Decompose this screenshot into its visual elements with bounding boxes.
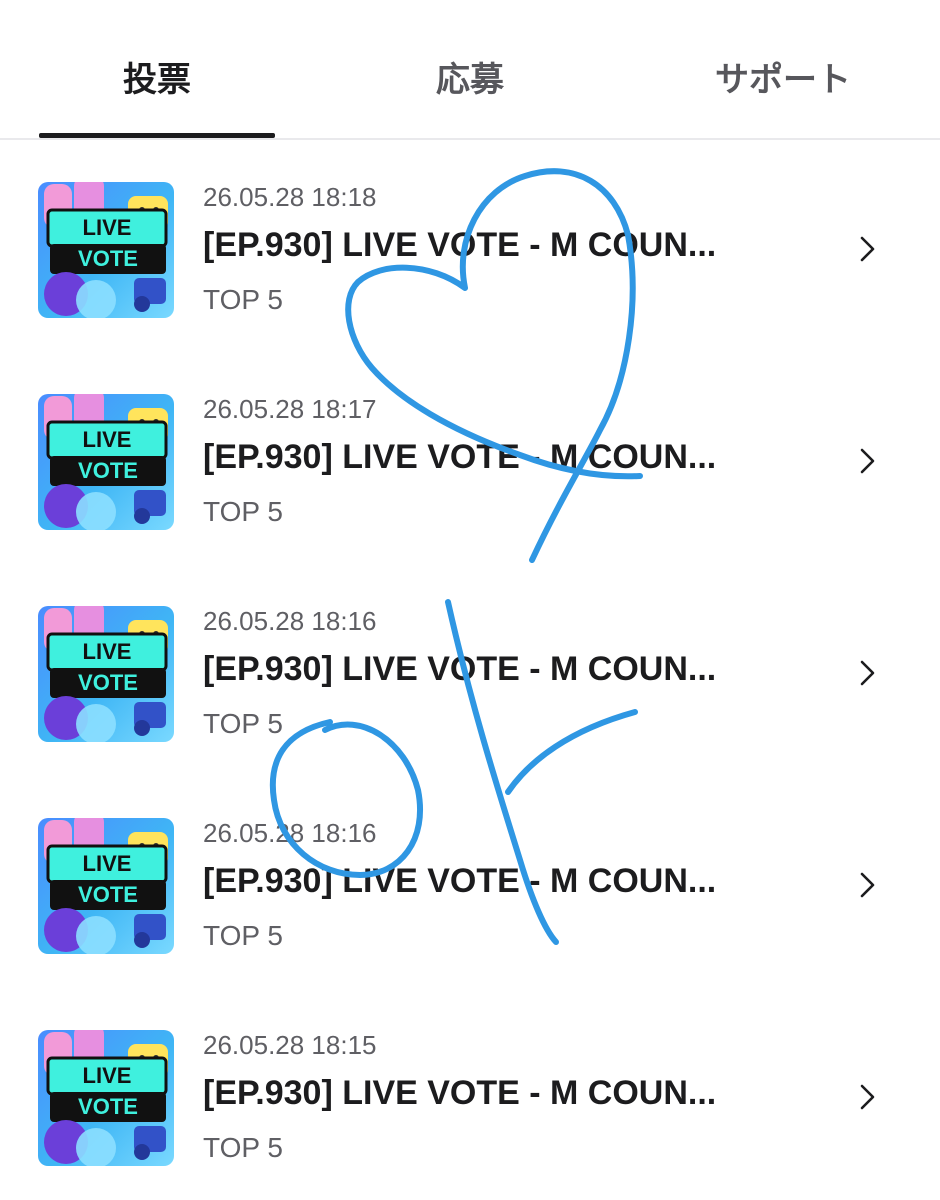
tab-vote[interactable]: 投票 (39, 56, 275, 104)
vote-thumbnail: LIVE VOTE (38, 818, 174, 954)
thumbnail-label-vote: VOTE (78, 458, 138, 483)
thumbnail-label-live: LIVE (82, 215, 132, 240)
vote-subtitle: TOP 5 (203, 708, 283, 739)
vote-date: 26.05.28 18:17 (203, 394, 377, 424)
vote-subtitle: TOP 5 (203, 496, 283, 527)
thumbnail-label-vote: VOTE (78, 1094, 138, 1119)
vote-subtitle: TOP 5 (203, 1132, 283, 1163)
vote-list-item[interactable]: LIVE VOTE 26.05.28 18:16 [EP.930] LIVE V… (0, 564, 940, 776)
vote-title: [EP.930] LIVE VOTE - M COUN... (203, 438, 717, 476)
vote-title: [EP.930] LIVE VOTE - M COUN... (203, 1074, 717, 1112)
vote-thumbnail: LIVE VOTE (38, 182, 174, 318)
vote-title: [EP.930] LIVE VOTE - M COUN... (203, 226, 717, 264)
vote-thumbnail: LIVE VOTE (38, 606, 174, 742)
thumbnail-label-live: LIVE (82, 851, 132, 876)
vote-subtitle: TOP 5 (203, 920, 283, 951)
vote-list-item[interactable]: LIVE VOTE 26.05.28 18:17 [EP.930] LIVE V… (0, 352, 940, 564)
chevron-right-icon[interactable] (852, 446, 882, 476)
thumbnail-label-vote: VOTE (78, 882, 138, 907)
thumbnail-label-vote: VOTE (78, 246, 138, 271)
vote-list-item[interactable]: LIVE VOTE 26.05.28 18:16 [EP.930] LIVE V… (0, 776, 940, 988)
active-tab-indicator (39, 133, 275, 138)
tab-apply[interactable]: 応募 (352, 56, 588, 104)
vote-thumbnail: LIVE VOTE (38, 394, 174, 530)
vote-date: 26.05.28 18:18 (203, 182, 377, 212)
thumbnail-label-live: LIVE (82, 427, 132, 452)
vote-list-item[interactable]: LIVE VOTE 26.05.28 18:18 [EP.930] LIVE V… (0, 140, 940, 352)
chevron-right-icon[interactable] (852, 234, 882, 264)
chevron-right-icon[interactable] (852, 1082, 882, 1112)
vote-date: 26.05.28 18:15 (203, 1030, 377, 1060)
vote-list-item[interactable]: LIVE VOTE 26.05.28 18:15 [EP.930] LIVE V… (0, 988, 940, 1200)
thumbnail-label-live: LIVE (82, 639, 132, 664)
vote-date: 26.05.28 18:16 (203, 606, 377, 636)
tab-support[interactable]: サポート (665, 56, 901, 104)
vote-date: 26.05.28 18:16 (203, 818, 377, 848)
vote-thumbnail: LIVE VOTE (38, 1030, 174, 1166)
chevron-right-icon[interactable] (852, 870, 882, 900)
vote-subtitle: TOP 5 (203, 284, 283, 315)
vote-title: [EP.930] LIVE VOTE - M COUN... (203, 650, 717, 688)
tab-bar: 投票 応募 サポート (0, 0, 940, 140)
vote-title: [EP.930] LIVE VOTE - M COUN... (203, 862, 717, 900)
thumbnail-label-vote: VOTE (78, 670, 138, 695)
thumbnail-label-live: LIVE (82, 1063, 132, 1088)
chevron-right-icon[interactable] (852, 658, 882, 688)
